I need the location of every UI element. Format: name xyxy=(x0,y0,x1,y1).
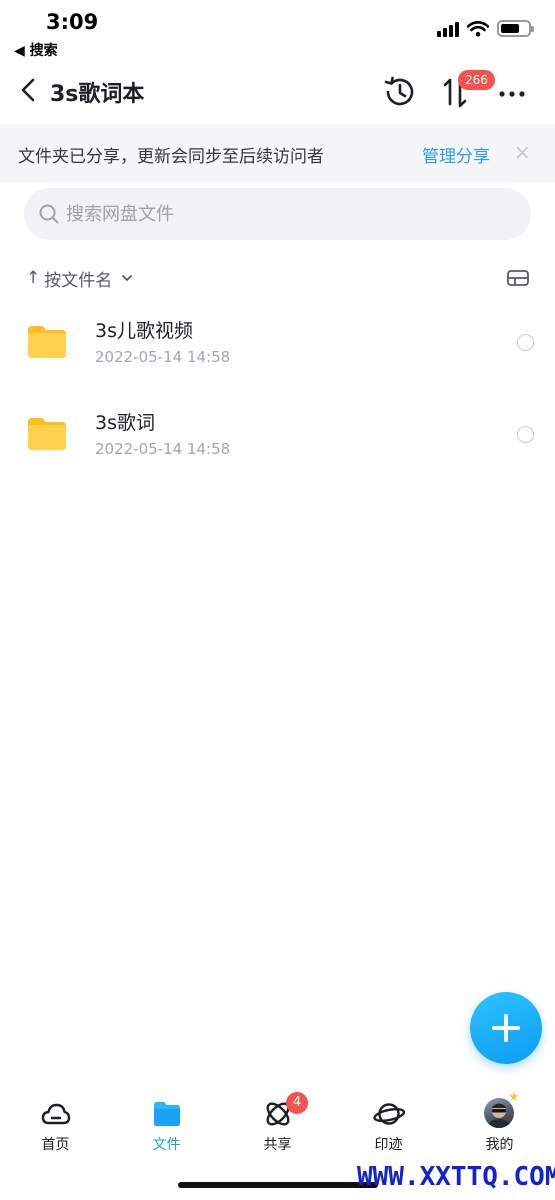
star-icon: ★ xyxy=(508,1090,520,1105)
wifi-icon xyxy=(467,20,489,36)
manage-share-link[interactable]: 管理分享 xyxy=(422,142,490,167)
back-arrow-icon[interactable] xyxy=(14,74,46,106)
file-list-item[interactable]: 3s儿歌视频 2022-05-14 14:58 xyxy=(0,302,555,392)
select-checkbox[interactable] xyxy=(517,334,534,351)
tab-label: 我的 xyxy=(485,1137,514,1153)
folder-icon xyxy=(28,326,66,358)
back-to-app-link[interactable]: ◀ 搜索 xyxy=(14,40,58,60)
chevron-down-icon xyxy=(122,275,133,281)
tab-traces[interactable]: 印迹 xyxy=(333,1088,444,1158)
file-name: 3s儿歌视频 xyxy=(95,320,193,342)
tab-profile[interactable]: ★ 我的 xyxy=(444,1088,555,1158)
cloud-icon xyxy=(41,1103,71,1125)
close-icon[interactable]: × xyxy=(514,140,531,164)
more-icon[interactable] xyxy=(494,76,530,108)
share-notice-text: 文件夹已分享，更新会同步至后续访问者 xyxy=(18,147,324,167)
page-title: 3s歌词本 xyxy=(50,82,145,107)
tab-label: 印迹 xyxy=(374,1137,403,1153)
share-count-badge: 4 xyxy=(286,1092,308,1114)
tab-label: 首页 xyxy=(41,1137,70,1153)
file-list-item[interactable]: 3s歌词 2022-05-14 14:58 xyxy=(0,394,555,484)
tab-label: 共享 xyxy=(263,1137,292,1153)
nav-bar: 3s歌词本 266 xyxy=(0,64,555,120)
file-name: 3s歌词 xyxy=(95,412,155,434)
signal-icon xyxy=(437,21,459,37)
tab-label: 文件 xyxy=(152,1137,181,1153)
home-indicator xyxy=(178,1182,378,1188)
tab-bar: 首页 文件 4 共享 印迹 ★ 我的 xyxy=(0,1088,555,1158)
file-date: 2022-05-14 14:58 xyxy=(95,348,231,366)
search-input[interactable] xyxy=(66,188,506,240)
sort-label: 按文件名 xyxy=(44,270,113,291)
select-checkbox[interactable] xyxy=(517,426,534,443)
tab-home[interactable]: 首页 xyxy=(0,1088,111,1158)
search-box[interactable] xyxy=(24,188,531,240)
status-icons xyxy=(437,20,534,37)
watermark: WWW.XXTTQ.COM xyxy=(357,1162,555,1192)
tab-share[interactable]: 4 共享 xyxy=(222,1088,333,1158)
folder-icon xyxy=(28,418,66,450)
add-button[interactable] xyxy=(470,992,542,1064)
sort-direction-icon: ↑ xyxy=(26,268,41,288)
transfer-count-badge: 266 xyxy=(458,70,495,90)
planet-icon xyxy=(373,1103,405,1125)
share-notice-banner: 文件夹已分享，更新会同步至后续访问者 管理分享 × xyxy=(0,124,555,182)
tab-files[interactable]: 文件 xyxy=(111,1088,222,1158)
search-icon xyxy=(39,204,59,224)
file-date: 2022-05-14 14:58 xyxy=(95,440,231,458)
view-mode-icon[interactable] xyxy=(506,268,530,288)
history-icon[interactable] xyxy=(382,74,418,110)
sort-selector[interactable]: ↑ 按文件名 xyxy=(26,264,134,292)
battery-icon xyxy=(497,20,534,37)
status-time: 3:09 xyxy=(46,10,99,34)
folder-icon xyxy=(154,1102,180,1126)
status-bar: 3:09 ◀ 搜索 xyxy=(0,0,555,64)
